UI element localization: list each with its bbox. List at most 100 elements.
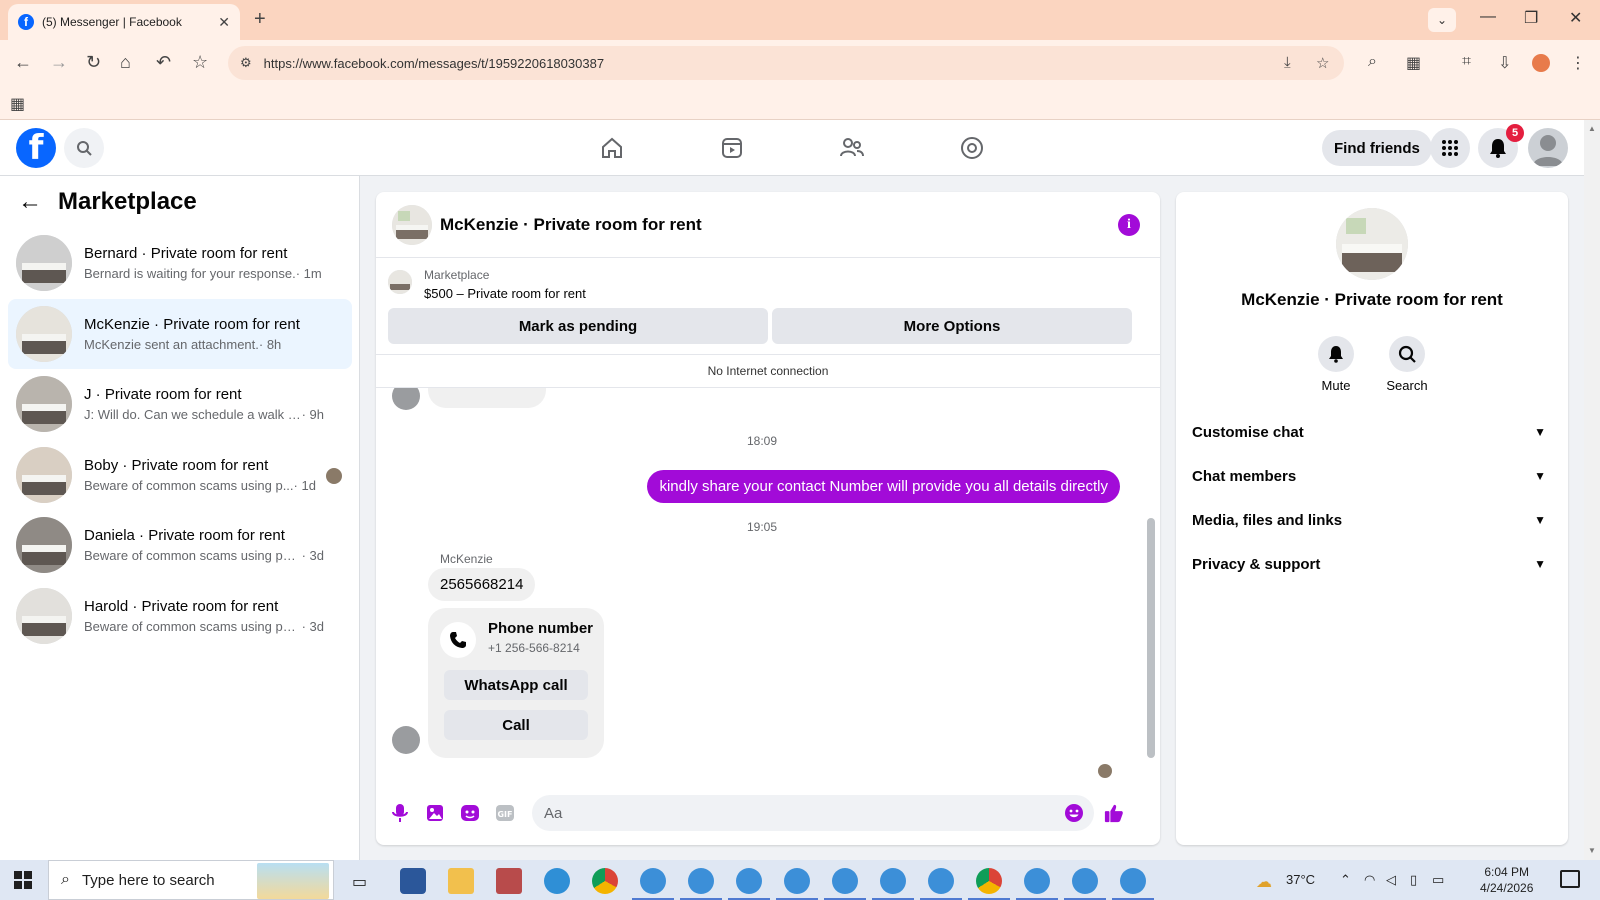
crop-icon[interactable]: ⌗ [1462,53,1471,71]
chrome-browser-icon[interactable] [592,868,618,894]
scroll-down-arrow-icon[interactable]: ▼ [1588,846,1596,855]
account-avatar[interactable] [1528,128,1568,168]
photo-icon[interactable] [425,803,445,823]
volume-icon[interactable]: ◁ [1386,872,1396,888]
emoji-icon[interactable] [1064,803,1084,823]
conversation-item[interactable]: J · Private room for rent J: Will do. Can… [8,369,352,439]
device-icon[interactable]: ▯ [1410,872,1417,888]
listing-thumbnail[interactable] [388,270,412,294]
chrome-profile-icon-active[interactable] [1112,868,1154,900]
downloads-icon[interactable]: ⇩ [1498,53,1511,73]
reload-button[interactable]: ↻ [86,52,101,73]
chat-title[interactable]: McKenzie · Private room for rent [440,215,702,235]
forward-button[interactable]: → [50,52,68,73]
more-options-button[interactable]: More Options [772,308,1132,344]
facebook-logo-icon[interactable]: f [16,128,56,168]
chrome-profile-icon[interactable] [680,868,722,900]
message-input[interactable] [532,795,1094,831]
chrome-profile-icon[interactable] [824,868,866,900]
customise-chat-section[interactable]: Customise chat ▼ [1192,414,1552,450]
apps-grid-icon[interactable]: ▦ [10,94,25,114]
minimize-button[interactable]: — [1480,8,1496,26]
zoom-search-icon[interactable]: ⌕ [1368,53,1377,71]
call-button[interactable]: Call [444,710,588,740]
action-center-icon[interactable] [1560,870,1580,888]
edge-browser-icon[interactable] [544,868,570,894]
facebook-search-icon[interactable] [64,128,104,168]
bookmark-star-icon[interactable]: ☆ [192,52,208,73]
chrome-profile-icon[interactable] [968,868,1010,900]
find-friends-button[interactable]: Find friends [1322,130,1432,166]
conversation-item[interactable]: Bernard · Private room for rent Bernard i… [8,228,352,298]
conversation-item[interactable]: McKenzie · Private room for rent McKenzie… [8,298,352,369]
outgoing-message[interactable]: kindly share your contact Number will pr… [647,470,1120,503]
microphone-icon[interactable] [390,803,410,823]
address-bar[interactable]: ⚙ https://www.facebook.com/messages/t/19… [228,46,1344,80]
sticker-icon[interactable] [460,803,480,823]
conversation-item[interactable]: Boby · Private room for rent Beware of co… [8,440,352,510]
weather-icon[interactable]: ☁ [1256,872,1272,892]
incoming-message[interactable]: 2565668214 [428,568,536,601]
mute-action[interactable]: Mute [1306,336,1366,393]
back-button[interactable]: ← [14,52,32,73]
search-action[interactable]: Search [1377,336,1437,393]
system-clock[interactable]: 6:04 PM 4/24/2026 [1480,864,1533,896]
browser-menu-icon[interactable]: ⋮ [1570,53,1586,73]
bookmark-page-icon[interactable]: ☆ [1316,54,1329,72]
word-app-icon[interactable] [400,868,426,894]
conversation-item[interactable]: Daniela · Private room for rent Beware of… [8,510,352,580]
tab-search-button[interactable]: ⌄ [1428,8,1456,32]
taskbar-search-box[interactable]: ⌕ Type here to search [48,860,334,900]
chrome-profile-icon[interactable] [776,868,818,900]
chrome-profile-icon[interactable] [632,868,674,900]
network-icon[interactable]: ◠ [1364,872,1375,888]
home-nav-icon[interactable] [596,132,628,164]
gif-icon[interactable]: GIF [495,803,515,823]
new-tab-button[interactable]: + [254,8,266,31]
conversation-item[interactable]: Harold · Private room for rent Beware of … [8,581,352,651]
chrome-profile-icon[interactable] [872,868,914,900]
page-scrollbar[interactable]: ▲ ▼ [1584,120,1600,860]
scroll-up-arrow-icon[interactable]: ▲ [1588,124,1596,133]
friends-nav-icon[interactable] [836,132,868,164]
chrome-profile-icon[interactable] [1016,868,1058,900]
chat-avatar[interactable] [392,204,432,245]
chat-members-section[interactable]: Chat members ▼ [1192,458,1552,494]
gaming-nav-icon[interactable] [956,132,988,164]
install-app-icon[interactable]: ⤓ [1284,54,1291,71]
chrome-profile-icon[interactable] [920,868,962,900]
tray-chevron-icon[interactable]: ⌃ [1340,872,1351,888]
whatsapp-call-button[interactable]: WhatsApp call [444,670,588,700]
contact-avatar[interactable] [1336,208,1408,280]
media-app-icon[interactable] [496,868,522,894]
scrollbar-thumb[interactable] [1147,518,1155,758]
windows-start-icon[interactable] [14,871,32,889]
undo-button[interactable]: ↶ [156,52,171,73]
privacy-support-section[interactable]: Privacy & support ▼ [1192,546,1552,582]
window-close-button[interactable]: ✕ [1569,8,1582,28]
site-settings-icon[interactable]: ⚙ [240,55,252,71]
listing-price[interactable]: $500 – Private room for rent [424,286,586,301]
chrome-profile-icon[interactable] [1064,868,1106,900]
chrome-profile-icon[interactable] [728,868,770,900]
file-explorer-icon[interactable] [448,868,474,894]
browser-profile-avatar[interactable] [1532,54,1550,72]
qr-code-icon[interactable]: ▦ [1406,53,1421,73]
search-in-chat-icon[interactable] [1389,336,1425,372]
home-button[interactable]: ⌂ [120,52,131,73]
info-icon[interactable]: i [1118,214,1140,236]
media-files-links-section[interactable]: Media, files and links ▼ [1192,502,1552,538]
back-arrow-icon[interactable]: ← [18,188,42,216]
browser-tab[interactable]: f (5) Messenger | Facebook ✕ [8,4,240,40]
thumbs-up-icon[interactable] [1104,803,1124,823]
battery-icon[interactable]: ▭ [1432,872,1444,888]
message-scrollbar[interactable] [1146,388,1156,781]
mark-as-pending-button[interactable]: Mark as pending [388,308,768,344]
video-nav-icon[interactable] [716,132,748,164]
tab-close-icon[interactable]: ✕ [218,14,230,31]
mute-bell-icon[interactable] [1318,336,1354,372]
task-view-icon[interactable]: ▭ [352,872,367,892]
menu-grid-icon[interactable] [1430,128,1470,168]
restore-button[interactable]: ❐ [1524,8,1538,28]
weather-temperature[interactable]: 37°C [1286,872,1315,887]
